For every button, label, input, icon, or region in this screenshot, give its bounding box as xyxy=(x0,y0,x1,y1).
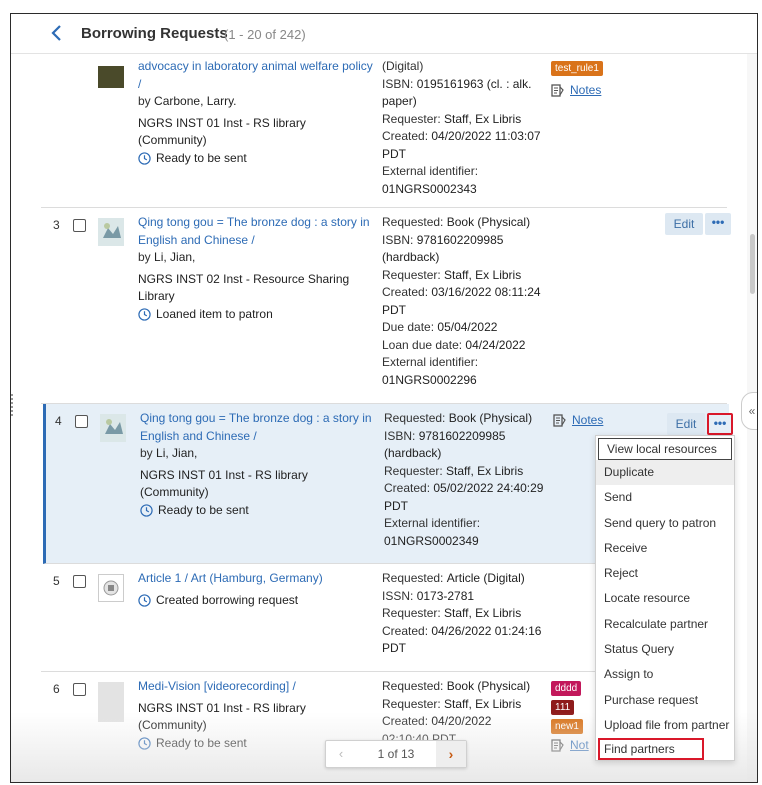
notes-link[interactable]: Notes xyxy=(570,82,601,99)
page-indicator: 1 of 13 xyxy=(377,747,415,761)
menu-item-upload-file-from-partner[interactable]: Upload file from partner xyxy=(596,713,734,738)
clock-icon xyxy=(138,737,151,750)
menu-item-send[interactable]: Send xyxy=(596,485,734,510)
edit-button[interactable]: Edit xyxy=(667,413,705,435)
more-actions-button[interactable]: ••• xyxy=(705,213,731,235)
clock-icon xyxy=(138,152,151,165)
menu-item-find-partners[interactable]: Find partners xyxy=(598,738,704,761)
menu-item-recalculate-partner[interactable]: Recalculate partner xyxy=(596,612,734,637)
menu-item-reject[interactable]: Reject xyxy=(596,561,734,586)
notes-link[interactable]: Not xyxy=(570,737,589,754)
article-icon xyxy=(98,574,124,602)
library: NGRS INST 02 Inst - Resource Sharing Lib… xyxy=(138,271,350,304)
clock-icon xyxy=(138,594,151,607)
table-row[interactable]: advocacy in laboratory animal welfare po… xyxy=(41,54,727,208)
menu-item-receive[interactable]: Receive xyxy=(596,536,734,561)
item-thumbnail xyxy=(100,414,126,442)
library: NGRS INST 01 Inst - RS library (Communit… xyxy=(138,700,306,733)
notes-link[interactable]: Notes xyxy=(572,412,603,429)
menu-item-send-query-to-patron[interactable]: Send query to patron xyxy=(596,511,734,536)
status: Ready to be sent xyxy=(138,150,374,168)
row-number: 6 xyxy=(53,682,60,696)
request-title-link[interactable]: Article 1 / Art (Hamburg, Germany) xyxy=(138,570,374,588)
row-number: 3 xyxy=(53,218,60,232)
row-checkbox[interactable] xyxy=(75,415,88,428)
page-title: Borrowing Requests xyxy=(81,25,228,42)
status: Loaned item to patron xyxy=(138,306,374,324)
item-thumbnail xyxy=(98,66,124,88)
request-title-link[interactable]: Qing tong gou = The bronze dog : a story… xyxy=(140,410,376,445)
collapse-panel-button[interactable]: « xyxy=(741,392,757,430)
more-actions-button[interactable]: ••• xyxy=(707,413,733,435)
notes-icon xyxy=(551,739,564,752)
row-checkbox[interactable] xyxy=(73,683,86,696)
request-title-link[interactable]: advocacy in laboratory animal welfare po… xyxy=(138,58,374,93)
app-frame: Borrowing Requests (1 - 20 of 242) advoc… xyxy=(10,13,758,783)
item-thumbnail xyxy=(98,218,124,246)
clock-icon xyxy=(140,504,153,517)
notes-icon xyxy=(553,414,566,427)
pagination: ‹ 1 of 13 › xyxy=(325,740,467,768)
result-count: (1 - 20 of 242) xyxy=(224,27,306,42)
library: NGRS INST 01 Inst - RS library (Communit… xyxy=(138,115,306,148)
next-page-button[interactable]: › xyxy=(436,741,466,767)
row-checkbox[interactable] xyxy=(73,575,86,588)
author: Carbone, Larry. xyxy=(154,94,237,108)
page-header: Borrowing Requests (1 - 20 of 242) xyxy=(11,14,757,54)
edit-button[interactable]: Edit xyxy=(665,213,703,235)
menu-item-locate-resource[interactable]: Locate resource xyxy=(596,586,734,611)
row-number: 5 xyxy=(53,574,60,588)
row-checkbox[interactable] xyxy=(73,219,86,232)
row-number: 4 xyxy=(55,414,62,428)
resize-grip[interactable] xyxy=(11,394,15,416)
clock-icon xyxy=(138,308,151,321)
notes-icon xyxy=(551,84,564,97)
menu-item-assign-to[interactable]: Assign to xyxy=(596,662,734,687)
author: Li, Jian, xyxy=(156,446,198,460)
author: Li, Jian, xyxy=(154,250,196,264)
status: Created borrowing request xyxy=(138,592,374,610)
library: NGRS INST 01 Inst - RS library (Communit… xyxy=(140,467,308,500)
row-actions-menu: View local resources Duplicate Send Send… xyxy=(595,435,735,762)
previous-page-button[interactable]: ‹ xyxy=(326,741,356,767)
menu-item-purchase-request[interactable]: Purchase request xyxy=(596,688,734,713)
request-title-link[interactable]: Medi-Vision [videorecording] / xyxy=(138,678,374,696)
request-title-link[interactable]: Qing tong gou = The bronze dog : a story… xyxy=(138,214,374,249)
tag-badge: new1 xyxy=(551,719,583,734)
table-row[interactable]: 3 Qing tong gou = The bronze dog : a sto… xyxy=(41,208,731,404)
tag-badge: dddd xyxy=(551,681,582,696)
scroll-thumb[interactable] xyxy=(750,234,755,294)
tag-badge: test_rule1 xyxy=(551,61,603,76)
tag-badge: 111 xyxy=(551,700,575,715)
status: Ready to be sent xyxy=(140,502,376,520)
menu-item-view-local-resources[interactable]: View local resources xyxy=(598,438,732,460)
menu-item-status-query[interactable]: Status Query xyxy=(596,637,734,662)
menu-item-duplicate[interactable]: Duplicate xyxy=(596,460,734,486)
item-thumbnail xyxy=(98,682,124,722)
chevron-left-icon[interactable] xyxy=(47,22,67,44)
